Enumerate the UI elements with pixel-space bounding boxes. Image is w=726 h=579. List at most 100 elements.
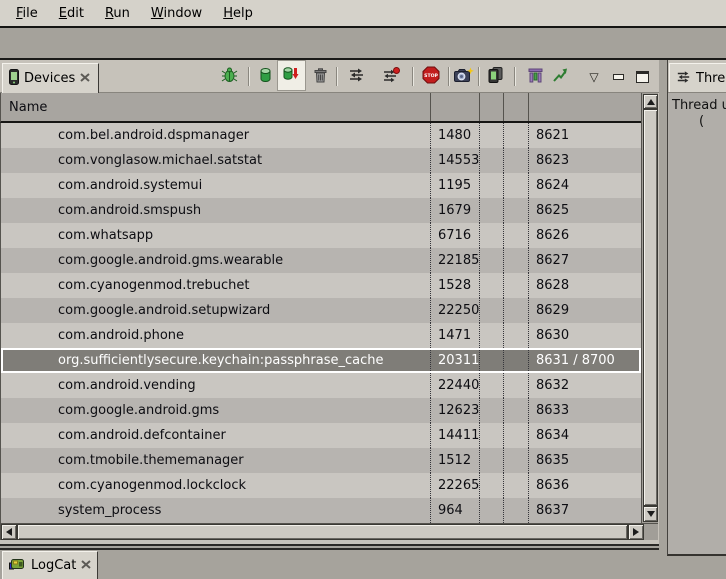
table-row[interactable]: com.bel.android.dspmanager14808621 [1,123,641,148]
menu-window[interactable]: Window [143,4,210,23]
vertical-scrollbar[interactable] [641,93,658,523]
screen-capture-button[interactable] [453,66,475,88]
vertical-scroll-thumb[interactable] [643,109,658,506]
hprof-cylinder-arrow-icon [283,66,300,86]
table-row[interactable]: com.tmobile.thememanager15128635 [1,448,641,473]
cell-b2 [503,323,528,348]
close-icon[interactable] [80,71,90,86]
start-opengl-trace-button[interactable] [549,66,571,88]
cell-b2 [503,448,528,473]
tab-logcat-label: LogCat [31,558,76,573]
cause-gc-button[interactable] [309,66,331,88]
tab-threads[interactable]: Threads [669,63,726,93]
menu-edit[interactable]: Edit [51,4,92,23]
toolbar-strip [0,28,726,60]
scroll-right-icon [633,528,639,536]
cell-name: com.android.phone [1,323,430,348]
panel-sash[interactable] [659,60,667,556]
debug-process-button[interactable] [218,66,240,88]
cell-port: 8635 [528,448,641,473]
scroll-left-button[interactable] [1,524,17,540]
table-row[interactable]: com.vonglasow.michael.satstat145538623 [1,148,641,173]
cell-b2 [503,123,528,148]
table-row[interactable]: org.sufficientlysecure.keychain:passphra… [1,348,641,373]
update-heap-button[interactable] [254,66,276,88]
threads-message-line1: Thread up [672,98,726,113]
hierarchy-view-button[interactable] [524,66,546,88]
cell-b1 [479,173,503,198]
cell-b2 [503,498,528,523]
column-header-port[interactable] [528,93,641,121]
table-row[interactable]: com.google.android.setupwizard222508629 [1,298,641,323]
cell-b1 [479,198,503,223]
horizontal-scroll-thumb[interactable] [17,524,628,540]
table-row[interactable]: com.android.systemui11958624 [1,173,641,198]
cell-port: 8637 [528,498,641,523]
capture-system-state-button[interactable] [484,66,506,88]
maximize-icon [636,71,649,83]
column-header-pid[interactable] [430,93,479,121]
close-icon[interactable] [81,558,91,573]
view-menu-button[interactable] [583,66,605,88]
horizontal-scrollbar[interactable] [0,523,658,540]
threads-icon [676,70,691,88]
cell-port: 8630 [528,323,641,348]
heap-cylinder-icon [259,67,272,87]
table-row[interactable]: com.cyanogenmod.trebuchet15288628 [1,273,641,298]
cell-name: com.tmobile.thememanager [1,448,430,473]
threads-tab-row: Threads [668,60,726,93]
cell-port: 8629 [528,298,641,323]
column-header-blank1[interactable] [479,93,503,121]
logcat-panel: LogCat [0,548,659,577]
cell-name: system_process [1,498,430,523]
tab-threads-label: Threads [696,71,726,86]
green-arrow-icon [552,67,568,87]
table-row[interactable]: com.google.android.gms.wearable221858627 [1,248,641,273]
scroll-up-button[interactable] [643,94,658,109]
tab-logcat[interactable]: LogCat [2,551,98,579]
toolbar-separator [448,67,450,86]
cell-b1 [479,148,503,173]
tab-devices[interactable]: Devices [2,63,99,93]
cell-pid: 1528 [430,273,479,298]
scroll-right-button[interactable] [628,524,644,540]
scroll-left-icon [6,528,12,536]
maximize-button[interactable] [631,66,653,88]
cell-b1 [479,373,503,398]
update-threads-button[interactable] [345,66,367,88]
stop-label: STOP [424,73,438,79]
cell-b1 [479,273,503,298]
table-row[interactable]: com.google.android.gms126238633 [1,398,641,423]
cell-pid: 14553 [430,148,479,173]
cell-b2 [503,148,528,173]
cell-port: 8636 [528,473,641,498]
scroll-up-icon [647,99,655,105]
table-row[interactable]: com.whatsapp67168626 [1,223,641,248]
cell-pid: 14411 [430,423,479,448]
stop-process-button[interactable]: STOP [420,66,442,88]
cell-b2 [503,248,528,273]
cell-b1 [479,348,503,373]
table-row[interactable]: com.android.vending224408632 [1,373,641,398]
table-row[interactable]: com.cyanogenmod.lockclock222658636 [1,473,641,498]
cell-port: 8626 [528,223,641,248]
start-method-profiling-button[interactable] [380,66,402,88]
menu-file[interactable]: File [8,4,46,23]
threads-message-line2: ( [699,114,704,129]
trash-icon [314,68,327,87]
scroll-down-button[interactable] [643,506,658,522]
cell-port: 8633 [528,398,641,423]
minimize-button[interactable] [607,66,629,88]
table-row[interactable]: com.android.defcontainer144118634 [1,423,641,448]
menu-run[interactable]: Run [97,4,138,23]
menu-help[interactable]: Help [215,4,261,23]
table-row[interactable]: com.android.phone14718630 [1,323,641,348]
column-header-name[interactable]: Name [1,93,430,121]
toolbar-separator [336,67,338,86]
table-row[interactable]: system_process9648637 [1,498,641,523]
dump-hprof-button[interactable] [277,60,306,91]
column-header-blank2[interactable] [503,93,528,121]
toolbar-separator [248,67,250,86]
cell-pid: 1679 [430,198,479,223]
table-row[interactable]: com.android.smspush16798625 [1,198,641,223]
